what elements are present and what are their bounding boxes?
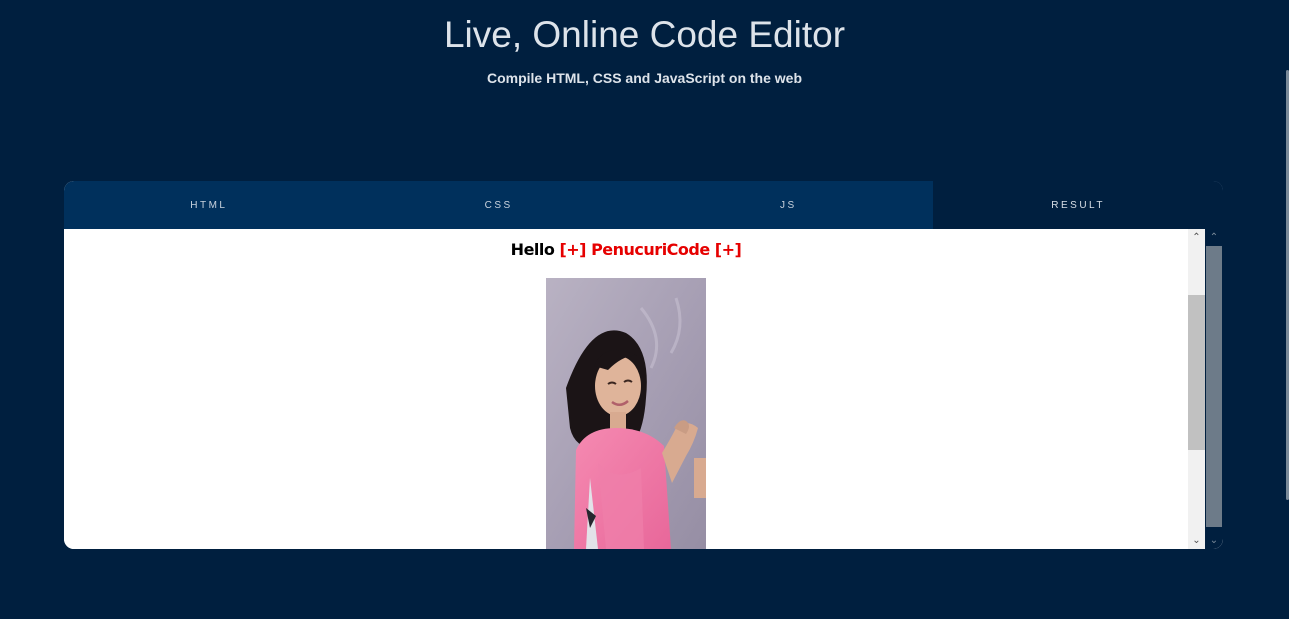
page-header: Live, Online Code Editor Compile HTML, C… [0,0,1289,86]
name-text: PenucuriCode [591,240,710,259]
tab-result[interactable]: RESULT [933,181,1223,229]
tab-css[interactable]: CSS [354,181,644,229]
code-editor-panel: HTML CSS JS RESULT Hello [+] PenucuriCod… [64,181,1223,549]
panel-scrollbar-thumb[interactable] [1206,246,1222,527]
marker-right-text: [+] [714,240,742,259]
result-pane: Hello [+] PenucuriCode [+] ⌃ ⌄ ⌃ ⌄ [64,229,1223,549]
tab-js[interactable]: JS [644,181,934,229]
chevron-down-icon[interactable]: ⌄ [1188,532,1205,549]
page-title: Live, Online Code Editor [443,14,846,55]
result-scrollbar[interactable]: ⌃ ⌄ [1188,229,1205,549]
chevron-down-icon[interactable]: ⌄ [1205,532,1223,549]
photo-of-person-dancing-icon [546,278,706,549]
result-frame[interactable]: Hello [+] PenucuriCode [+] [64,229,1188,549]
marker-left-text: [+] [559,240,586,259]
chevron-up-icon[interactable]: ⌃ [1188,229,1205,246]
page-subtitle: Compile HTML, CSS and JavaScript on the … [486,70,803,86]
result-scrollbar-thumb[interactable] [1188,295,1205,450]
chevron-up-icon[interactable]: ⌃ [1205,229,1223,246]
greeting-text: Hello [510,240,555,259]
editor-tabs: HTML CSS JS RESULT [64,181,1223,229]
dancing-person-image [546,278,706,549]
tab-html[interactable]: HTML [64,181,354,229]
result-heading: Hello [+] PenucuriCode [+] [64,229,1188,261]
page-scrollbar[interactable] [1285,0,1289,619]
panel-scrollbar[interactable]: ⌃ ⌄ [1205,229,1223,549]
